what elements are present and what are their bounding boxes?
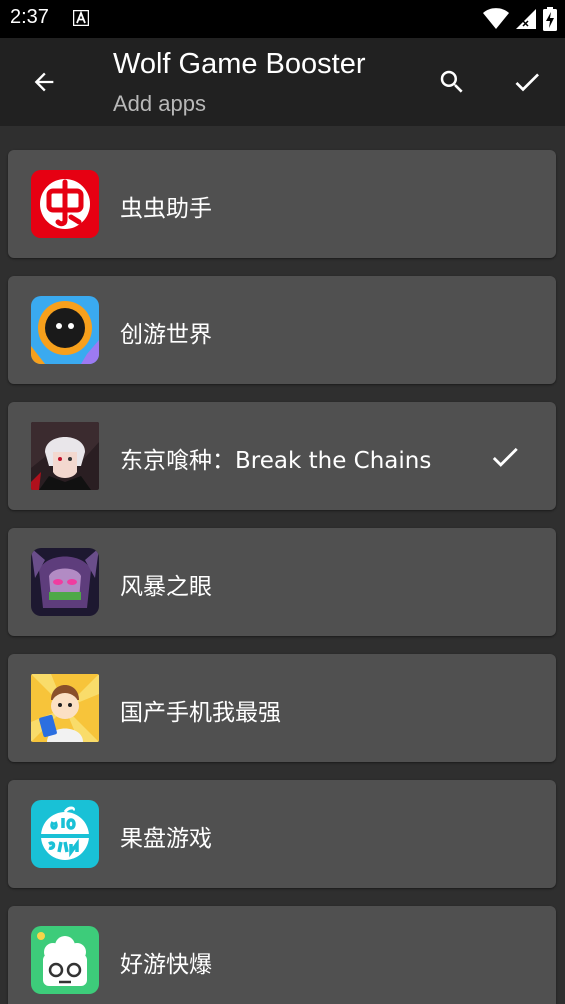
app-name: 风暴之眼 — [120, 574, 212, 600]
list-item-app[interactable]: 创游世界 — [8, 276, 556, 384]
selected-check-icon — [492, 447, 518, 467]
signal-icon — [516, 9, 536, 29]
check-icon — [515, 73, 539, 92]
status-bar: 2:37 — [0, 0, 565, 38]
app-name: 虫虫助手 — [120, 196, 212, 222]
app-bar: Wolf Game Booster Add apps — [0, 38, 565, 126]
wifi-icon — [483, 8, 509, 29]
search-icon — [440, 70, 463, 93]
chongchong-icon — [31, 170, 99, 238]
list-item-app[interactable]: 东京喰种：Break the Chains — [8, 402, 556, 510]
page-title: Wolf Game Booster — [113, 48, 366, 80]
guopan-icon — [31, 800, 99, 868]
app-name: 国产手机我最强 — [120, 700, 281, 726]
storm-eye-icon — [31, 548, 99, 616]
arrow-back-icon — [34, 72, 54, 92]
app-name: 创游世界 — [120, 322, 212, 348]
app-name: 果盘游戏 — [120, 826, 212, 852]
guochan-phone-icon — [31, 674, 99, 742]
chuangyou-icon — [31, 296, 99, 364]
list-item-app[interactable]: 风暴之眼 — [8, 528, 556, 636]
list-item-app[interactable]: 国产手机我最强 — [8, 654, 556, 762]
haoyou-icon — [31, 926, 99, 994]
search-button[interactable] — [430, 60, 474, 104]
page-subtitle: Add apps — [113, 91, 206, 116]
app-name: 好游快爆 — [120, 952, 212, 978]
tokyo-ghoul-icon — [31, 422, 99, 490]
list-item-app[interactable]: 果盘游戏 — [8, 780, 556, 888]
app-list[interactable]: 虫虫助手 创游世界 东京喰种：Break the Chains 风暴之眼 国产手… — [0, 126, 565, 1004]
list-item-app[interactable]: 好游快爆 — [8, 906, 556, 1004]
back-button[interactable] — [22, 60, 66, 104]
notification-a-icon — [73, 10, 89, 26]
status-time: 2:37 — [10, 6, 49, 28]
battery-charging-icon — [543, 7, 557, 31]
confirm-button[interactable] — [505, 60, 549, 104]
list-item-app[interactable]: 虫虫助手 — [8, 150, 556, 258]
app-name: 东京喰种：Break the Chains — [120, 448, 432, 474]
